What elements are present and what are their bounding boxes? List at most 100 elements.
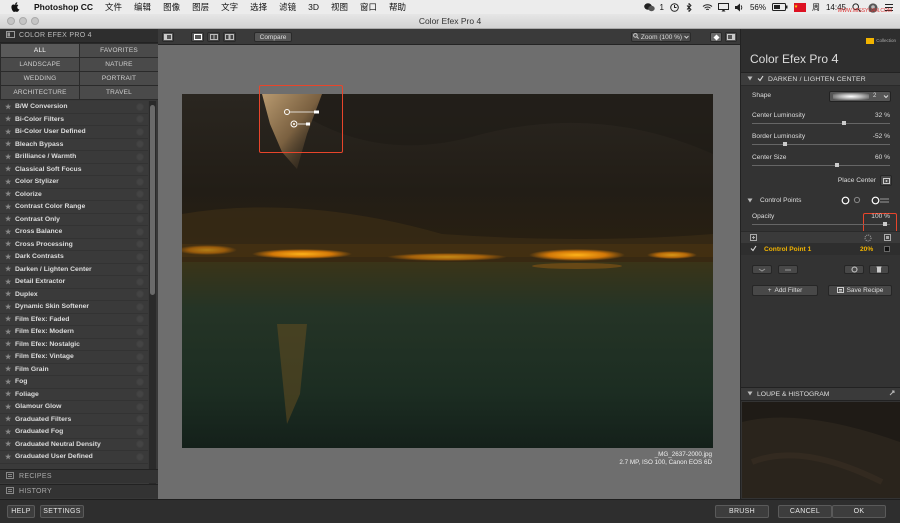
filter-info-icon[interactable] — [136, 390, 144, 399]
filter-enable-checkbox[interactable] — [757, 75, 764, 84]
category-all[interactable]: ALL — [1, 44, 79, 57]
menu-help[interactable]: 帮助 — [383, 1, 412, 13]
category-architecture[interactable]: ARCHITECTURE — [1, 86, 79, 99]
filter-info-icon[interactable] — [136, 140, 144, 149]
side-by-side-view-button[interactable] — [223, 32, 236, 42]
category-landscape[interactable]: LANDSCAPE — [1, 58, 79, 71]
favorite-star-icon[interactable]: ★ — [5, 203, 15, 211]
filter-list-item[interactable]: ★ Color Stylizer — [0, 176, 148, 189]
single-view-button[interactable] — [191, 32, 204, 42]
opacity-slider-knob[interactable] — [883, 222, 887, 226]
filter-list-item[interactable]: ★ Dynamic Skin Softener — [0, 301, 148, 314]
filter-list-item[interactable]: ★ Film Grain — [0, 364, 148, 376]
favorite-star-icon[interactable]: ★ — [5, 415, 15, 423]
filter-list-item[interactable]: ★ Graduated Fog — [0, 426, 148, 439]
duplicate-control-point-button[interactable] — [752, 265, 772, 274]
recipes-section[interactable]: RECIPES — [0, 469, 158, 483]
cancel-button[interactable]: CANCEL — [778, 505, 832, 518]
favorite-star-icon[interactable]: ★ — [5, 240, 15, 248]
menu-filter[interactable]: 滤镜 — [273, 1, 302, 13]
menu-app[interactable]: Photoshop CC — [28, 2, 99, 12]
expand-icon[interactable] — [750, 234, 757, 243]
favorite-star-icon[interactable]: ★ — [5, 315, 15, 323]
menu-type[interactable]: 文字 — [215, 1, 244, 13]
delete-control-point-button[interactable] — [869, 265, 889, 274]
collapse-triangle-icon[interactable] — [747, 76, 753, 83]
panel-toggle-icon[interactable] — [6, 31, 15, 40]
filter-list-item[interactable]: ★ Classical Soft Focus — [0, 164, 148, 176]
filter-info-icon[interactable] — [136, 352, 144, 361]
favorite-star-icon[interactable]: ★ — [5, 340, 15, 348]
bluetooth-icon[interactable] — [686, 1, 696, 13]
slider-knob[interactable] — [841, 121, 846, 125]
favorite-star-icon[interactable]: ★ — [5, 428, 15, 436]
filter-info-icon[interactable] — [136, 190, 144, 199]
filter-list-item[interactable]: ★ Fog — [0, 376, 148, 389]
category-nature[interactable]: NATURE — [80, 58, 158, 71]
filter-info-icon[interactable] — [136, 115, 144, 124]
compare-button[interactable]: Compare — [254, 32, 292, 42]
ok-button[interactable]: OK — [832, 505, 886, 518]
minimize-window-button[interactable] — [19, 17, 27, 25]
filter-info-icon[interactable] — [136, 127, 144, 136]
category-travel[interactable]: TRAVEL — [80, 86, 158, 99]
hide-right-panel-button[interactable] — [725, 32, 737, 42]
add-control-point-icon[interactable] — [841, 196, 850, 207]
filter-info-icon[interactable] — [136, 252, 144, 261]
filter-list-scrollbar[interactable] — [149, 101, 156, 492]
favorite-star-icon[interactable]: ★ — [5, 103, 15, 111]
filter-list-item[interactable]: ★ Cross Balance — [0, 226, 148, 239]
save-recipe-button[interactable]: Save Recipe — [828, 285, 892, 296]
filter-info-icon[interactable] — [136, 227, 144, 236]
favorite-star-icon[interactable]: ★ — [5, 290, 15, 298]
favorite-star-icon[interactable]: ★ — [5, 190, 15, 198]
filter-list-item[interactable]: ★ Foliage — [0, 389, 148, 401]
control-point-mask-swatch[interactable] — [884, 246, 890, 252]
filter-list-item[interactable]: ★ B/W Conversion — [0, 101, 148, 114]
filter-info-icon[interactable] — [136, 327, 144, 336]
apple-icon[interactable] — [10, 2, 20, 12]
favorite-star-icon[interactable]: ★ — [5, 178, 15, 186]
volume-icon[interactable] — [734, 3, 744, 12]
show-mask-icon[interactable] — [884, 234, 891, 243]
filter-list-item[interactable]: ★ Colorize — [0, 189, 148, 201]
slider-track[interactable] — [752, 165, 890, 166]
place-center-button[interactable] — [880, 175, 892, 186]
add-filter-button[interactable]: + Add Filter — [752, 285, 818, 296]
clock-icon[interactable] — [670, 2, 680, 12]
filter-info-icon[interactable] — [136, 452, 144, 461]
filter-list-item[interactable]: ★ Detail Extractor — [0, 276, 148, 289]
wifi-icon[interactable] — [702, 3, 713, 12]
filter-info-icon[interactable] — [136, 415, 144, 424]
menu-file[interactable]: 文件 — [99, 1, 128, 13]
category-portrait[interactable]: PORTRAIT — [80, 72, 158, 85]
help-button[interactable]: HELP — [7, 505, 35, 518]
filter-list-item[interactable]: ★ Bi-Color Filters — [0, 114, 148, 126]
favorite-star-icon[interactable]: ★ — [5, 403, 15, 411]
favorite-star-icon[interactable]: ★ — [5, 440, 15, 448]
filter-list-item[interactable]: ★ Cross Processing — [0, 239, 148, 251]
battery-icon[interactable] — [771, 2, 788, 12]
loupe-settings-icon[interactable] — [889, 390, 895, 398]
filter-info-icon[interactable] — [136, 152, 144, 161]
favorite-star-icon[interactable]: ★ — [5, 328, 15, 336]
zoom-dropdown[interactable]: Zoom (100 %) — [631, 32, 691, 42]
favorite-star-icon[interactable]: ★ — [5, 140, 15, 148]
filter-info-icon[interactable] — [136, 265, 144, 274]
control-point-1-row[interactable]: Control Point 1 20% — [741, 243, 900, 255]
favorite-star-icon[interactable]: ★ — [5, 128, 15, 136]
slider-track[interactable] — [752, 123, 890, 124]
favorite-star-icon[interactable]: ★ — [5, 453, 15, 461]
control-points-triangle-icon[interactable] — [747, 198, 753, 205]
filter-info-icon[interactable] — [136, 315, 144, 324]
filter-list-item[interactable]: ★ Graduated Neutral Density — [0, 439, 148, 451]
favorite-star-icon[interactable]: ★ — [5, 278, 15, 286]
favorite-star-icon[interactable]: ★ — [5, 253, 15, 261]
filter-list-item[interactable]: ★ Film Efex: Vintage — [0, 351, 148, 364]
filter-list-item[interactable]: ★ Contrast Color Range — [0, 201, 148, 214]
category-favorites[interactable]: FAVORITES — [80, 44, 158, 57]
slider-knob[interactable] — [834, 163, 839, 167]
filter-list-item[interactable]: ★ Graduated Filters — [0, 414, 148, 426]
filter-info-icon[interactable] — [136, 165, 144, 174]
filter-info-icon[interactable] — [136, 340, 144, 349]
